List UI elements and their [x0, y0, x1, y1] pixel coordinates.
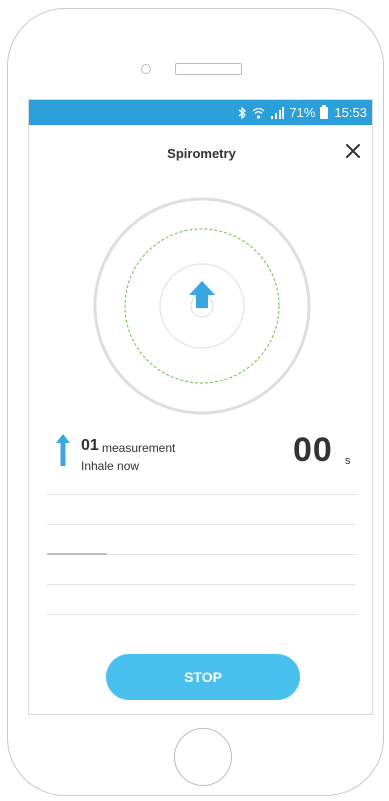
divider	[47, 524, 356, 525]
bluetooth-icon	[238, 106, 247, 119]
close-button[interactable]	[344, 142, 362, 160]
divider	[47, 494, 356, 495]
app-screen: 71% 15:53 Spirometry 01 measurement Inha…	[28, 99, 373, 715]
progress-indicator	[47, 553, 107, 555]
page-title: Spirometry	[167, 146, 236, 161]
measurement-number: 01	[81, 437, 99, 454]
signal-icon	[270, 106, 285, 119]
earpiece-speaker	[175, 63, 242, 75]
close-icon	[346, 144, 360, 158]
status-bar: 71% 15:53	[29, 100, 372, 125]
inner-ring	[159, 263, 245, 349]
battery-icon	[320, 104, 329, 119]
measurement-status: Inhale now	[81, 459, 140, 473]
timer-unit: s	[345, 455, 351, 467]
home-button[interactable]	[174, 728, 232, 786]
center-ring	[190, 294, 214, 318]
divider	[47, 614, 356, 615]
status-time: 15:53	[334, 105, 367, 120]
battery-percent: 71%	[289, 105, 316, 120]
measurement-label: measurement	[102, 441, 176, 455]
arrow-up-icon	[56, 434, 70, 466]
front-camera	[141, 64, 151, 74]
divider	[47, 584, 356, 585]
timer-value: 00	[293, 431, 333, 469]
outer-ring	[93, 197, 311, 415]
arrow-up-icon	[189, 281, 215, 308]
wifi-icon	[252, 107, 265, 119]
target-ring	[124, 228, 280, 384]
breathing-indicator	[93, 197, 311, 415]
stop-button[interactable]: STOP	[106, 654, 300, 700]
